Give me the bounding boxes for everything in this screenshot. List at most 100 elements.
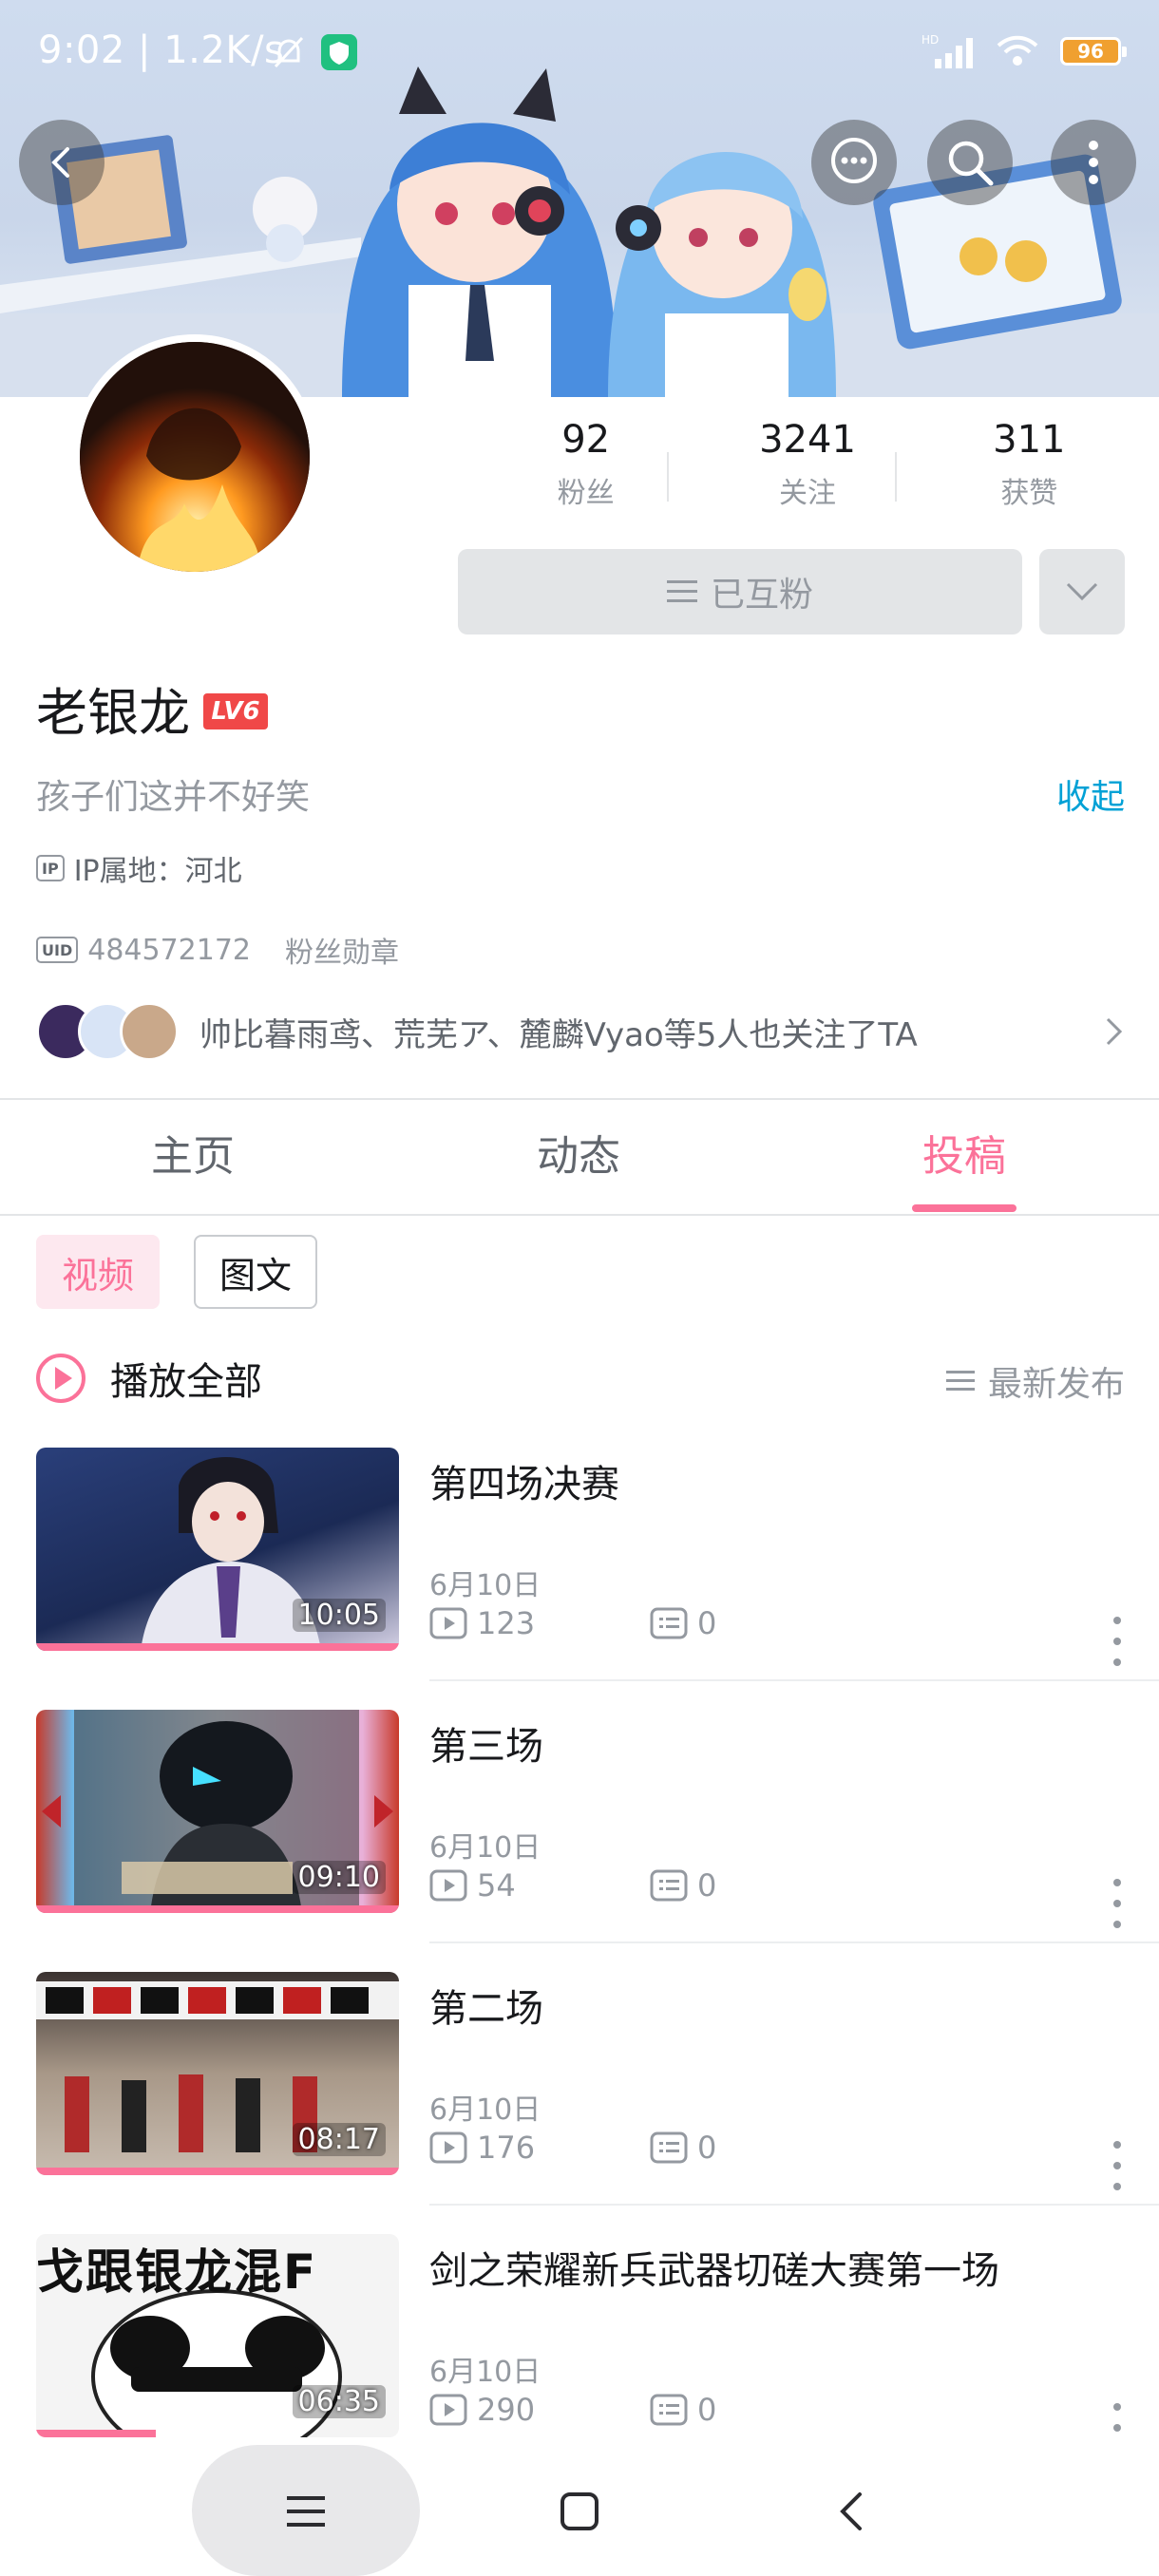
sort-lines-icon	[945, 1371, 975, 1391]
video-duration: 09:10	[292, 1861, 386, 1894]
expand-recommend-button[interactable]	[1039, 549, 1125, 635]
mute-bell-icon	[274, 36, 304, 68]
fan-medal-link[interactable]: 粉丝勋章	[285, 929, 399, 971]
play-count: 290	[477, 2392, 536, 2428]
chevron-right-icon	[1106, 1017, 1123, 1046]
list-divider	[429, 2204, 1159, 2206]
video-thumbnail[interactable]: 09:10	[36, 1710, 399, 1913]
stat-following[interactable]: 3241 关注	[696, 418, 918, 511]
back-button[interactable]	[19, 120, 104, 205]
video-duration: 10:05	[292, 1599, 386, 1632]
thumbnail-caption: 戈跟银龙混F	[36, 2245, 318, 2300]
video-item[interactable]: 09:10 第三场 6月10日 54 0	[0, 1710, 1159, 1972]
battery-icon: 96	[1060, 37, 1127, 66]
comment-count: 0	[697, 2392, 717, 2428]
video-more-button[interactable]	[1110, 1617, 1125, 1666]
comment-count: 0	[697, 2130, 717, 2166]
stat-likes[interactable]: 311 获赞	[919, 418, 1140, 511]
play-count-icon	[429, 2131, 467, 2164]
bio-text: 孩子们这并不好笑	[36, 778, 311, 817]
comment-count: 0	[697, 1605, 717, 1641]
search-button[interactable]	[927, 120, 1013, 205]
ip-location: IP属地：河北	[73, 855, 242, 888]
play-count-icon	[429, 2394, 467, 2426]
watch-progress-bar	[36, 1643, 399, 1651]
play-all-label: 播放全部	[110, 1360, 262, 1404]
svg-text:HD: HD	[922, 33, 939, 47]
play-count-icon	[429, 1869, 467, 1902]
likes-count: 311	[993, 418, 1066, 462]
profile-stats: 92 粉丝 3241 关注 311 获赞	[475, 418, 1140, 511]
uid-value[interactable]: 484572172	[87, 934, 251, 967]
video-date: 6月10日	[429, 1831, 542, 1865]
play-count: 123	[477, 1605, 536, 1641]
video-thumbnail[interactable]: 10:05	[36, 1448, 399, 1651]
uid-icon: UID	[36, 937, 79, 963]
video-title[interactable]: 第三场	[429, 1715, 543, 1771]
comment-icon	[650, 1869, 688, 1902]
tab-dynamics[interactable]: 动态	[386, 1100, 771, 1214]
following-count: 3241	[759, 418, 856, 462]
follower-avatar	[120, 1002, 179, 1061]
comment-icon	[650, 2131, 688, 2164]
video-more-button[interactable]	[1110, 2141, 1125, 2190]
tab-uploads[interactable]: 投稿	[771, 1100, 1157, 1214]
video-stats: 123 0	[429, 1605, 870, 1641]
wifi-icon	[997, 35, 1038, 66]
watch-progress-bar	[36, 2430, 157, 2437]
status-bar: 9:02 | 1.2K/s HD 96	[0, 0, 1159, 104]
filter-video-chip[interactable]: 视频	[36, 1235, 160, 1309]
nav-recents-button[interactable]	[268, 2473, 344, 2549]
profile-tabs: 主页 动态 投稿	[0, 1100, 1159, 1214]
video-item[interactable]: 10:05 第四场决赛 6月10日 123 0	[0, 1448, 1159, 1710]
watch-progress-bar	[36, 1905, 399, 1913]
system-nav-bar	[0, 2445, 1159, 2576]
video-date: 6月10日	[429, 2356, 542, 2389]
mutual-followers-row[interactable]: 帅比暮雨鸢、荒芜ア、麓麟Vyao等5人也关注了TA	[36, 999, 1125, 1064]
video-title[interactable]: 第二场	[429, 1978, 543, 2033]
avatar[interactable]	[72, 334, 317, 579]
vertical-dots-icon	[1089, 141, 1098, 184]
square-home-icon	[560, 2492, 598, 2530]
more-options-button[interactable]	[1051, 120, 1136, 205]
signal-icon: HD	[922, 33, 973, 68]
shield-app-icon	[321, 34, 357, 70]
active-tab-indicator	[912, 1204, 1016, 1212]
video-title[interactable]: 剑之荣耀新兵武器切磋大赛第一场	[429, 2240, 999, 2295]
mutual-follow-button[interactable]: 已互粉	[458, 549, 1022, 635]
comment-icon	[650, 1607, 688, 1639]
level-badge: LV6	[203, 693, 268, 729]
play-all-button[interactable]: 播放全部	[34, 1351, 262, 1406]
menu-lines-icon	[666, 580, 697, 602]
nav-home-button[interactable]	[542, 2473, 618, 2549]
chevron-left-icon	[51, 147, 69, 178]
collapse-button[interactable]: 收起	[1056, 769, 1125, 819]
search-icon	[948, 141, 994, 186]
video-thumbnail[interactable]: 戈跟银龙混F 06:35	[36, 2234, 399, 2437]
play-circle-icon	[36, 1354, 86, 1403]
mutual-followers-text: 帅比暮雨鸢、荒芜ア、麓麟Vyao等5人也关注了TA	[200, 1015, 918, 1054]
battery-level: 96	[1077, 40, 1104, 63]
nav-back-button[interactable]	[813, 2473, 889, 2549]
video-duration: 06:35	[292, 2385, 386, 2418]
filter-article-chip[interactable]: 图文	[194, 1235, 317, 1309]
status-time: 9:02 | 1.2K/s	[38, 28, 285, 72]
tab-home[interactable]: 主页	[0, 1100, 386, 1214]
video-stats: 176 0	[429, 2130, 870, 2166]
avatar-image	[80, 342, 310, 572]
video-date: 6月10日	[429, 2093, 542, 2127]
message-button[interactable]	[811, 120, 897, 205]
list-divider	[429, 1941, 1159, 1943]
video-item[interactable]: 08:17 第二场 6月10日 176 0	[0, 1972, 1159, 2234]
ip-icon: IP	[36, 855, 65, 881]
stat-fans[interactable]: 92 粉丝	[475, 418, 696, 511]
chat-bubble-icon	[831, 138, 877, 183]
sort-button[interactable]: 最新发布	[945, 1356, 1125, 1406]
video-title[interactable]: 第四场决赛	[429, 1453, 619, 1508]
video-more-button[interactable]	[1110, 1879, 1125, 1928]
video-thumbnail[interactable]: 08:17	[36, 1972, 399, 2175]
likes-label: 获赞	[1000, 477, 1058, 510]
list-divider	[429, 1679, 1159, 1681]
menu-icon	[287, 2496, 325, 2527]
stat-divider	[667, 452, 669, 502]
